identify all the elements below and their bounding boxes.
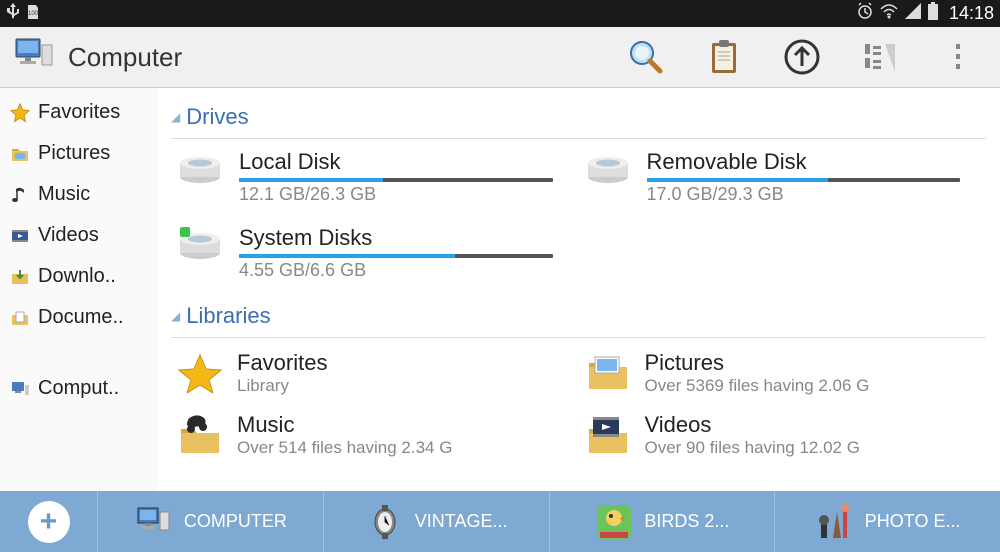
drive-item[interactable]: System Disks 4.55 GB/6.6 GB (171, 215, 579, 291)
lib-name: Pictures (645, 350, 870, 376)
drive-sub: 12.1 GB/26.3 GB (239, 184, 553, 205)
sidebar-item-computer[interactable]: Comput.. (0, 368, 157, 409)
sidebar-item-downloads[interactable]: Downlo.. (0, 256, 157, 297)
status-bar: 100 14:18 (0, 0, 1000, 27)
drive-sub: 4.55 GB/6.6 GB (239, 260, 553, 281)
lib-sub: Over 514 files having 2.34 G (237, 438, 452, 458)
tab-vintage[interactable]: VINTAGE... (324, 491, 550, 552)
sidebar-item-videos[interactable]: Videos (0, 215, 157, 256)
bottom-tabbar: + COMPUTER VINTAGE... BIRDS 2... PHOTO E… (0, 491, 1000, 552)
sidebar-item-pictures[interactable]: Pictures (0, 133, 157, 174)
usage-bar (647, 178, 961, 182)
svg-text:100: 100 (28, 11, 39, 17)
sidebar-label: Music (38, 183, 90, 206)
signal-icon (903, 1, 923, 27)
tab-label: VINTAGE... (415, 511, 508, 532)
drive-item[interactable]: Local Disk 12.1 GB/26.3 GB (171, 139, 579, 215)
drive-name: System Disks (239, 225, 553, 251)
sidebar-label: Videos (38, 224, 99, 247)
library-item-videos[interactable]: Videos Over 90 files having 12.02 G (579, 404, 987, 466)
drive-item[interactable]: Removable Disk 17.0 GB/29.3 GB (579, 139, 987, 215)
birds-icon (594, 502, 634, 542)
lib-name: Favorites (237, 350, 327, 376)
sidebar-label: Pictures (38, 142, 110, 165)
tab-label: PHOTO E... (865, 511, 961, 532)
section-title: Drives (186, 104, 248, 130)
section-title: Libraries (186, 303, 270, 329)
plus-icon: + (28, 501, 70, 543)
drive-name: Removable Disk (647, 149, 961, 175)
collapse-icon: ◢ (171, 110, 180, 124)
sidebar-label: Comput.. (38, 377, 119, 400)
library-item-pictures[interactable]: Pictures Over 5369 files having 2.06 G (579, 342, 987, 404)
page-title: Computer (68, 42, 182, 73)
lib-sub: Over 5369 files having 2.06 G (645, 376, 870, 396)
downloads-icon (10, 267, 30, 287)
battery-icon (927, 1, 939, 27)
drive-sub: 17.0 GB/29.3 GB (647, 184, 961, 205)
view-button[interactable] (860, 37, 900, 77)
tab-computer[interactable]: COMPUTER (98, 491, 324, 552)
clock-text: 14:18 (949, 3, 994, 24)
alarm-icon (855, 1, 875, 27)
watch-icon (365, 502, 405, 542)
computer-icon (12, 35, 56, 80)
upload-button[interactable] (782, 37, 822, 77)
photo-tools-icon (815, 502, 855, 542)
pictures-icon (10, 144, 30, 164)
sidebar-item-favorites[interactable]: Favorites (0, 92, 157, 133)
hdd-icon (585, 149, 631, 185)
sidebar-item-music[interactable]: Music (0, 174, 157, 215)
library-item-favorites[interactable]: Favorites Library (171, 342, 579, 404)
lib-name: Videos (645, 412, 860, 438)
computer-small-icon (10, 379, 30, 399)
videos-folder-icon (585, 415, 631, 455)
sidebar-label: Docume.. (38, 306, 124, 329)
tab-photo[interactable]: PHOTO E... (775, 491, 1000, 552)
usage-bar (239, 254, 553, 258)
videos-icon (10, 226, 30, 246)
usage-bar (239, 178, 553, 182)
computer-icon (134, 502, 174, 542)
star-large-icon (177, 353, 223, 393)
lib-sub: Over 90 files having 12.02 G (645, 438, 860, 458)
clipboard-button[interactable] (704, 37, 744, 77)
wifi-icon (879, 1, 899, 27)
main-content: ◢ Drives Local Disk 12.1 GB/26.3 GB Remo… (157, 88, 1000, 491)
tab-birds[interactable]: BIRDS 2... (550, 491, 776, 552)
sidebar-label: Downlo.. (38, 265, 116, 288)
tab-label: BIRDS 2... (644, 511, 729, 532)
toolbar: Computer (0, 27, 1000, 88)
menu-button[interactable] (938, 37, 978, 77)
section-drives-header[interactable]: ◢ Drives (171, 98, 986, 136)
usb-icon (6, 3, 20, 24)
sidebar-label: Favorites (38, 101, 120, 124)
sidebar-item-documents[interactable]: Docume.. (0, 297, 157, 338)
sidebar: Favorites Pictures Music Videos Downlo..… (0, 88, 157, 491)
add-tab-button[interactable]: + (0, 491, 98, 552)
library-item-music[interactable]: Music Over 514 files having 2.34 G (171, 404, 579, 466)
music-icon (10, 185, 30, 205)
hdd-android-icon (177, 225, 223, 261)
drive-name: Local Disk (239, 149, 553, 175)
section-libraries-header[interactable]: ◢ Libraries (171, 297, 986, 335)
lib-sub: Library (237, 376, 327, 396)
search-button[interactable] (626, 37, 666, 77)
tab-label: COMPUTER (184, 511, 287, 532)
pictures-folder-icon (585, 353, 631, 393)
hdd-icon (177, 149, 223, 185)
music-folder-icon (177, 415, 223, 455)
star-icon (10, 103, 30, 123)
collapse-icon: ◢ (171, 309, 180, 323)
documents-icon (10, 308, 30, 328)
sd-icon: 100 (26, 3, 40, 24)
lib-name: Music (237, 412, 452, 438)
